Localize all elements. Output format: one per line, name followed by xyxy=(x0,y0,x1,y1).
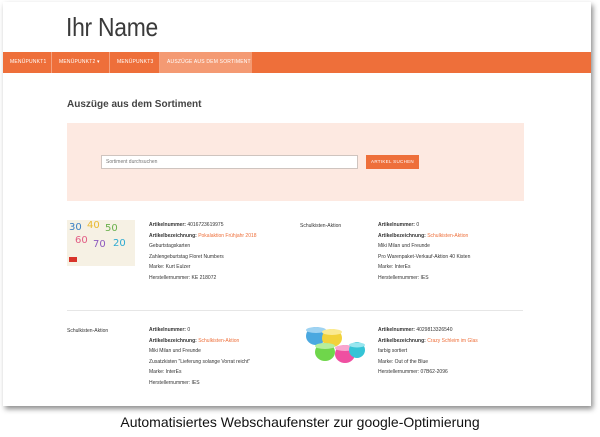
product-link[interactable]: Schulkisten-Aktion xyxy=(198,338,239,344)
main-navigation: Menüpunkt1 Menüpunkt2 ▾ Menüpunkt3 Auszü… xyxy=(3,52,591,73)
product-schulkisten-zusatz: Artikelnummer: 0 Artikelbezeichnung: Sch… xyxy=(149,325,250,388)
brand-logo-icon xyxy=(69,257,77,262)
product-name: Artikelbezeichnung: Schulkisten-Aktion xyxy=(378,232,469,239)
number-card-70: 70 xyxy=(93,239,106,250)
product-desc: Pro Warenpaket-Verkauf-Aktion 40 Kisten xyxy=(378,253,471,260)
product-link[interactable]: Pokalaktion Frühjahr 2018 xyxy=(198,233,256,239)
product-mpn: Herstellernummer: 07B62-2096 xyxy=(378,369,448,375)
product-desc: farbig sortiert xyxy=(378,348,408,354)
product-link[interactable]: Schulkisten-Aktion xyxy=(427,233,468,239)
product-pokalaktion: Artikelnummer: 4016723619975 Artikelbeze… xyxy=(149,220,257,283)
search-panel: Artikel suchen xyxy=(67,123,524,201)
product-name: Artikelbezeichnung: Crazy Schleim im Gla… xyxy=(378,337,478,344)
product-brand: Marke: Kurt Eulzer xyxy=(149,264,191,270)
product-brand: Marke: InterEs xyxy=(378,264,411,270)
number-card-40: 40 xyxy=(87,220,100,231)
product-desc: Geburtstagskarten xyxy=(149,243,191,249)
product-number: Artikelnummer: 4029813326540 xyxy=(378,327,453,333)
number-card-30: 30 xyxy=(69,222,82,233)
product-mpn: Herstellernummer: IES xyxy=(378,274,429,281)
product-brand: Marke: Out of the Blue xyxy=(378,358,429,365)
product-mpn: Herstellernummer: IES xyxy=(149,379,200,386)
image-caption: Automatisiertes Webschaufenster zur goog… xyxy=(120,414,480,430)
product-schulkisten: Artikelnummer: 0 Artikelbezeichnung: Sch… xyxy=(378,220,470,283)
browser-frame: Ihr Name Menüpunkt1 Menüpunkt2 ▾ Menüpun… xyxy=(3,2,591,406)
product-desc: Miki Milan und Freunde xyxy=(378,243,430,249)
product-crazy-schleim: Artikelnummer: 4029813326540 Artikelbeze… xyxy=(378,325,478,378)
product-image-number-cards[interactable]: 30 40 50 60 70 20 xyxy=(67,220,135,266)
product-number: Artikelnummer: 0 xyxy=(149,327,191,333)
page-title: Auszüge aus dem Sortiment xyxy=(67,99,202,110)
product-category-label: Schulkisten-Aktion xyxy=(300,223,342,229)
product-brand: Marke: InterEs xyxy=(149,369,182,375)
divider xyxy=(67,310,523,311)
nav-item-menupunkt1[interactable]: Menüpunkt1 xyxy=(3,52,52,73)
search-input[interactable] xyxy=(101,155,358,169)
product-desc: Zahlengeburtstag Floret Numbers xyxy=(149,253,224,260)
site-title[interactable]: Ihr Name xyxy=(66,12,158,43)
product-name: Artikelbezeichnung: Pokalaktion Frühjahr… xyxy=(149,232,257,239)
product-number: Artikelnummer: 0 xyxy=(378,222,420,228)
nav-item-menupunkt2[interactable]: Menüpunkt2 ▾ xyxy=(52,52,110,73)
product-desc: Miki Milan und Freunde xyxy=(149,348,201,354)
nav-item-sortiment[interactable]: Auszüge aus dem Sortiment xyxy=(160,52,252,73)
product-image-slime-jars[interactable] xyxy=(299,322,369,370)
search-button[interactable]: Artikel suchen xyxy=(366,155,419,169)
product-name: Artikelbezeichnung: Schulkisten-Aktion xyxy=(149,337,240,344)
number-card-60: 60 xyxy=(75,235,88,246)
product-link[interactable]: Crazy Schleim im Glas xyxy=(427,338,478,344)
product-desc: Zusatzkisten "Lieferung solange Vorrat r… xyxy=(149,358,251,365)
number-card-50: 50 xyxy=(105,223,118,234)
product-number: Artikelnummer: 4016723619975 xyxy=(149,222,224,228)
product-category-label: Schulkisten-Aktion xyxy=(67,328,109,334)
number-card-20: 20 xyxy=(113,238,126,249)
product-mpn: Herstellernummer: KE 218072 xyxy=(149,274,217,281)
nav-item-menupunkt3[interactable]: Menüpunkt3 xyxy=(110,52,160,73)
